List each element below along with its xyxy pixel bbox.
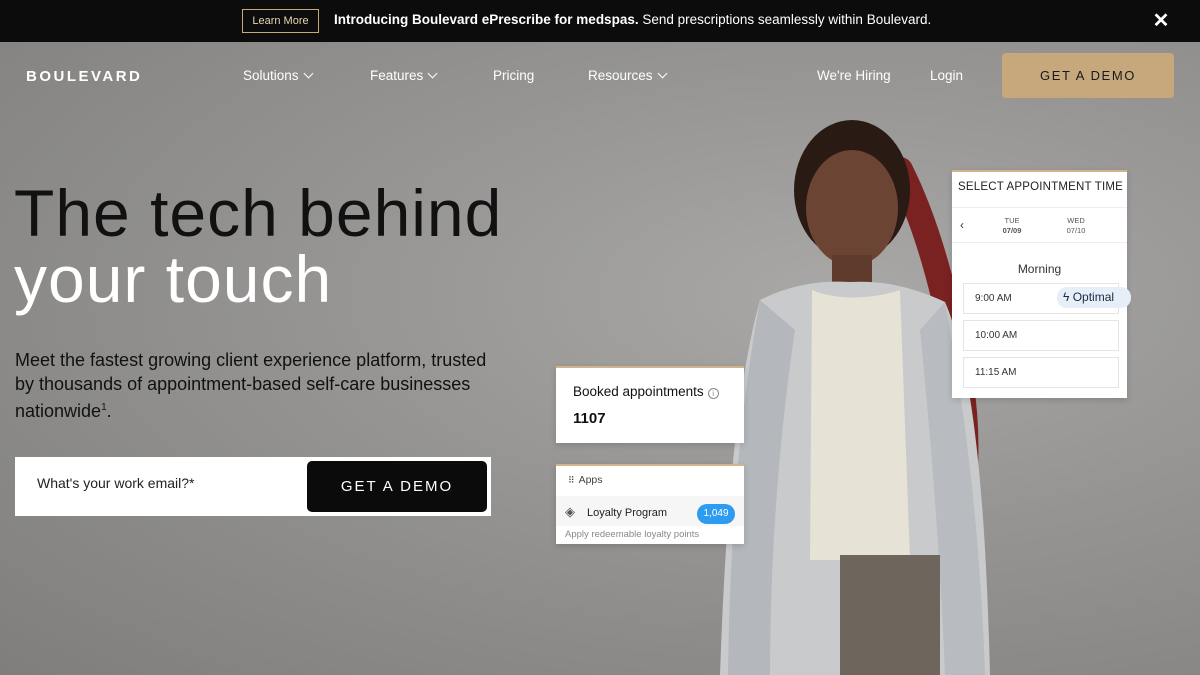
nav-get-demo-button[interactable]: GET A DEMO <box>1002 53 1174 98</box>
demo-signup-form: GET A DEMO <box>15 457 491 516</box>
day-tue[interactable]: TUE 07/09 <box>997 216 1027 236</box>
close-icon[interactable]: ✕ <box>1150 10 1172 32</box>
loyalty-program-description: Apply redeemable loyalty points <box>565 529 700 540</box>
chevron-left-icon[interactable]: ‹ <box>960 218 964 232</box>
nav-solutions-label: Solutions <box>243 68 299 83</box>
day-wed-dow: WED <box>1067 216 1085 225</box>
apps-header-label: Apps <box>578 474 603 486</box>
nav-login[interactable]: Login <box>930 68 963 83</box>
hero-subtitle: Meet the fastest growing client experien… <box>15 348 495 423</box>
headline-line-1: The tech behind <box>14 176 503 250</box>
nav-hiring[interactable]: We're Hiring <box>817 68 891 83</box>
nav-features-label: Features <box>370 68 424 83</box>
announcement-bar: Learn More Introducing Boulevard ePrescr… <box>0 0 1200 42</box>
chevron-down-icon <box>303 68 313 79</box>
announcement-text: Send prescriptions seamlessly within Bou… <box>638 12 932 27</box>
booked-appointments-title: Booked appointments i <box>573 384 719 399</box>
announcement-title: Introducing Boulevard ePrescribe for med… <box>334 12 639 27</box>
get-demo-button[interactable]: GET A DEMO <box>307 461 487 512</box>
morning-label: Morning <box>1017 262 1062 276</box>
optimal-badge: ϟ Optimal <box>1057 287 1131 308</box>
nav-solutions[interactable]: Solutions <box>243 68 313 83</box>
work-email-input[interactable] <box>37 475 307 491</box>
appointment-card-header: SELECT APPOINTMENT TIME <box>958 181 1123 193</box>
loyalty-program-label: Loyalty Program <box>587 507 668 519</box>
chevron-down-icon <box>657 68 667 79</box>
nav-features[interactable]: Features <box>370 68 438 83</box>
booked-appointments-card: Booked appointments i 1107 <box>556 366 744 443</box>
headline-line-2: your touch <box>14 242 333 316</box>
apps-card: ⠿ Apps ◈ Loyalty Program 1,049 Apply rede… <box>556 464 744 544</box>
day-tue-date: 07/09 <box>1002 226 1022 235</box>
chevron-down-icon <box>427 68 438 79</box>
apps-header: ⠿ Apps <box>568 474 603 486</box>
lightning-icon: ϟ <box>1063 290 1070 304</box>
time-slot[interactable]: 10:00 AM <box>963 320 1119 351</box>
time-slot[interactable]: 11:15 AM <box>963 357 1119 388</box>
loyalty-count-badge: 1,049 <box>697 504 735 524</box>
nav-resources-label: Resources <box>588 68 653 83</box>
announcement-message: Introducing Boulevard ePrescribe for med… <box>334 12 931 27</box>
nav-pricing[interactable]: Pricing <box>493 68 534 83</box>
hero-subtitle-end: . <box>106 401 112 421</box>
day-tue-dow: TUE <box>1004 216 1020 225</box>
hero-headline: The tech behind your touch <box>14 180 634 312</box>
nav-resources[interactable]: Resources <box>588 68 667 83</box>
day-wed-date: 07/10 <box>1066 226 1086 235</box>
optimal-label: Optimal <box>1072 290 1115 304</box>
booked-appointments-value: 1107 <box>573 410 606 427</box>
grid-icon: ⠿ <box>568 475 575 485</box>
hero-subtitle-text: Meet the fastest growing client experien… <box>15 350 487 421</box>
boulevard-logo[interactable]: BOULEVARD <box>26 68 142 85</box>
date-selector: ‹ TUE 07/09 WED 07/10 <box>952 207 1127 243</box>
day-wed[interactable]: WED 07/10 <box>1061 216 1091 236</box>
diamond-icon: ◈ <box>565 504 575 519</box>
select-appointment-card: SELECT APPOINTMENT TIME ‹ TUE 07/09 WED 07… <box>952 170 1127 398</box>
top-navigation: BOULEVARD Solutions Features Pricing Res… <box>0 42 1200 108</box>
learn-more-button[interactable]: Learn More <box>242 9 319 33</box>
info-icon: i <box>707 388 719 399</box>
booked-appointments-label: Booked appointments <box>573 384 704 399</box>
